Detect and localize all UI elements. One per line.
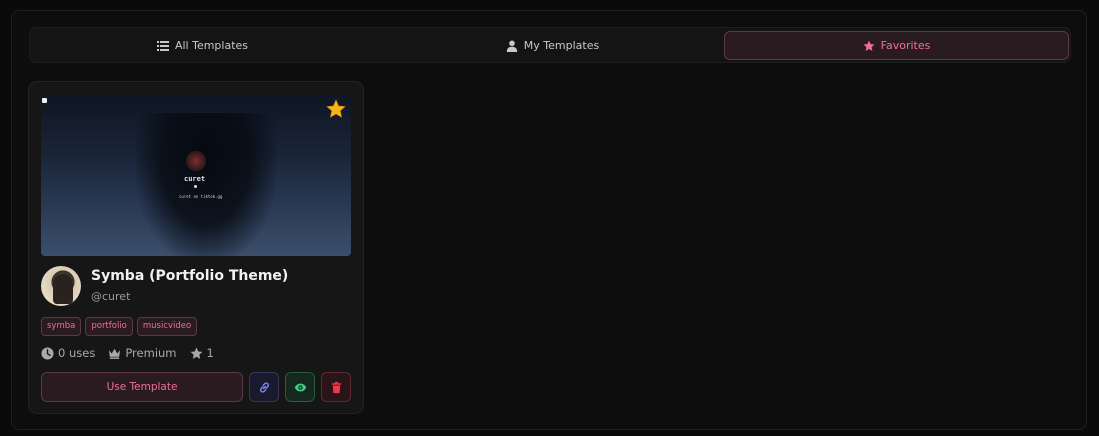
tag[interactable]: portfolio (85, 317, 133, 336)
user-icon (506, 40, 517, 52)
trash-icon (331, 381, 341, 393)
tab-label: Favorites (880, 39, 931, 52)
tab-bar: All Templates My Templates Favorites (29, 27, 1071, 63)
thumbnail-figure (136, 113, 276, 256)
tab-label: My Templates (523, 39, 600, 52)
tab-label: All Templates (174, 39, 249, 52)
tag-list: symba portfolio musicvideo (41, 317, 198, 336)
stars-stat: 1 (190, 346, 214, 360)
tab-all-templates[interactable]: All Templates (30, 31, 375, 60)
templates-panel: All Templates My Templates Favorites cur… (11, 10, 1087, 430)
thumbnail-avatar (186, 151, 206, 171)
stars-count: 1 (206, 346, 214, 360)
tag[interactable]: symba (41, 317, 82, 336)
thumbnail-name: curet (184, 175, 206, 183)
tier-label: Premium (125, 346, 177, 360)
eye-icon (294, 383, 306, 391)
favorite-star-icon[interactable] (326, 99, 346, 119)
uses-stat: 0 uses (41, 346, 95, 360)
copy-link-button[interactable] (249, 372, 279, 402)
corner-icon (42, 98, 47, 103)
list-icon (156, 40, 169, 51)
uses-count: 0 uses (58, 346, 96, 360)
link-icon (259, 381, 269, 393)
use-template-button[interactable]: Use Template (41, 372, 243, 402)
tier-stat: Premium (108, 346, 177, 360)
crown-icon (109, 348, 121, 359)
template-thumbnail[interactable]: curet curet on tiktok.gg (41, 95, 351, 256)
preview-button[interactable] (285, 372, 315, 402)
clock-icon (41, 346, 54, 360)
star-icon (190, 347, 202, 359)
author-avatar[interactable] (41, 266, 81, 306)
template-title: Symba (Portfolio Theme) (91, 268, 289, 284)
delete-button[interactable] (321, 372, 351, 402)
author-handle[interactable]: @curet (91, 290, 130, 303)
tab-favorites[interactable]: Favorites (724, 31, 1069, 60)
template-stats: 0 uses Premium 1 (41, 346, 214, 360)
star-icon (863, 40, 875, 51)
thumbnail-link: curet on tiktok.gg (179, 194, 223, 199)
tab-my-templates[interactable]: My Templates (380, 31, 725, 60)
template-card: curet curet on tiktok.gg Symba (Portfoli… (28, 81, 364, 414)
thumbnail-dot (194, 185, 197, 188)
tag[interactable]: musicvideo (136, 317, 198, 336)
